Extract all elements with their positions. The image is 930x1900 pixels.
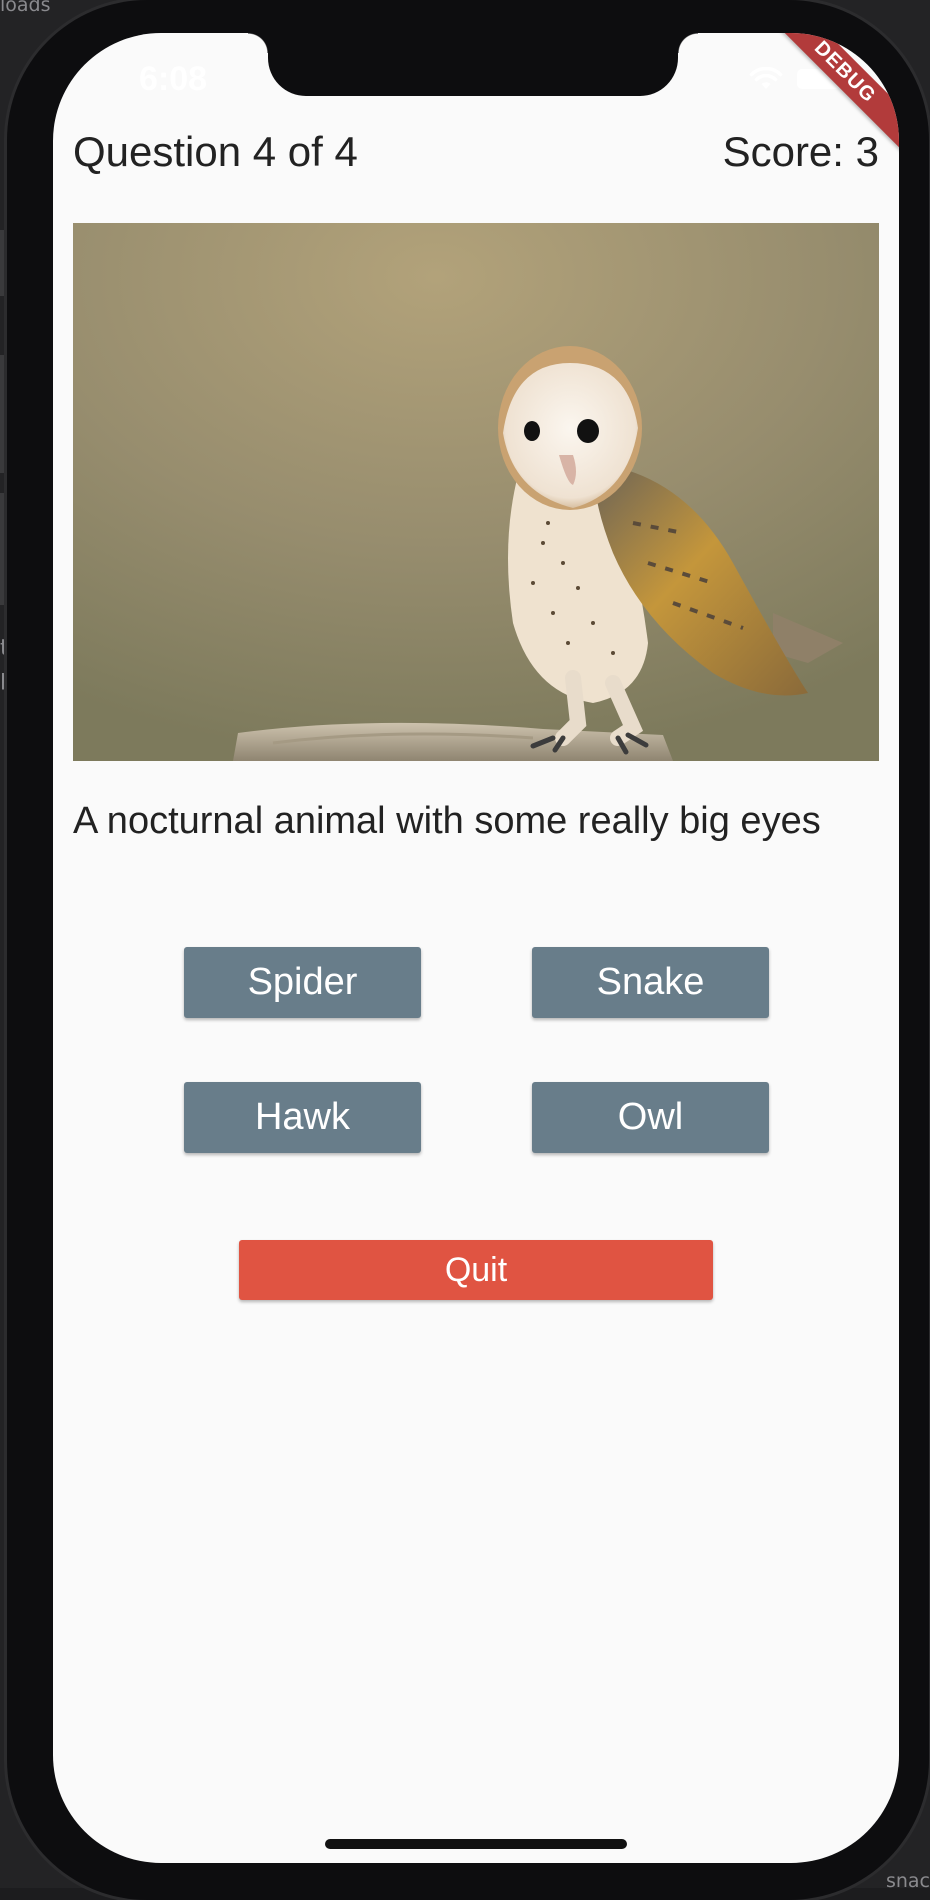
score-label: Score: 3 [722, 128, 879, 175]
question-progress: Question 4 of 4 [73, 128, 358, 175]
answer-button-spider[interactable]: Spider [184, 947, 421, 1018]
home-indicator[interactable] [325, 1839, 627, 1849]
wifi-icon [749, 67, 783, 89]
answer-button-hawk[interactable]: Hawk [184, 1082, 421, 1153]
answer-button-owl[interactable]: Owl [532, 1082, 769, 1153]
device-notch [248, 33, 698, 96]
owl-photo [73, 223, 879, 761]
quiz-header: Question 4 of 4 Score: 3 [73, 128, 879, 176]
phone-frame: 6:08 DEBUG Question 4 of 4 Score: 3 A no… [7, 0, 929, 1900]
answer-button-snake[interactable]: Snake [532, 947, 769, 1018]
desktop-label-bottom: snac [885, 1870, 930, 1888]
desktop-label-top: loads [0, 0, 51, 16]
quit-button[interactable]: Quit [239, 1240, 713, 1300]
app-screen: 6:08 DEBUG Question 4 of 4 Score: 3 A no… [53, 33, 899, 1863]
status-time: 6:08 [139, 60, 208, 98]
question-prompt: A nocturnal animal with some really big … [73, 800, 821, 842]
